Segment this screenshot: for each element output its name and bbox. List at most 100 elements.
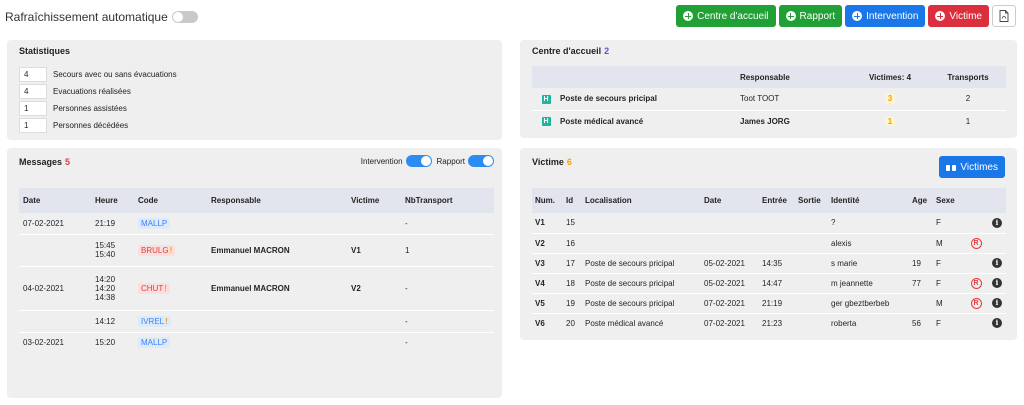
info-icon[interactable]: i: [992, 258, 1002, 268]
col-victimes: Victimes: 4: [868, 72, 912, 82]
message-row[interactable]: 03-02-2021 15:20 MALLP -: [19, 331, 494, 352]
message-nbtransport: -: [405, 309, 494, 332]
info-icon[interactable]: i: [992, 217, 1002, 228]
warning-icon: !: [164, 283, 167, 293]
rapport-switch-label: Rapport: [436, 156, 465, 166]
stat-row: 1 Personnes décédées: [19, 118, 128, 133]
info-icon[interactable]: i: [992, 278, 1002, 288]
victime-panel: Victime 6 Victimes Num. Id Localisation D…: [520, 148, 1017, 340]
messages-title: Messages 5: [19, 157, 70, 167]
centre-count-badge: 2: [604, 46, 610, 56]
victime-sexe: M: [936, 232, 964, 253]
victime-sexe: M: [936, 292, 964, 313]
binoculars-icon: [946, 163, 957, 171]
victime-row[interactable]: V4 18 Poste de secours pricipal 05-02-20…: [532, 272, 1006, 293]
victime-title: Victime 6: [532, 157, 572, 167]
info-icon[interactable]: i: [992, 298, 1002, 308]
message-heure: 15:40: [95, 250, 116, 259]
victime-table: Num. Id Localisation Date Entrée Sortie …: [532, 188, 1006, 333]
victime-age: [912, 213, 936, 233]
stat-row: 4 Secours avec ou sans évacuations: [19, 67, 177, 82]
registered-icon[interactable]: R: [970, 277, 982, 289]
message-code-text: BRULG: [141, 245, 169, 255]
top-toolbar: Centre d'accueil Rapport Intervention Vi…: [676, 5, 1016, 27]
message-date: 04-02-2021: [19, 265, 95, 310]
message-date: 03-02-2021: [19, 331, 95, 352]
message-heure: 15:20: [95, 331, 138, 352]
col-entree: Entrée: [762, 196, 787, 205]
registered-icon[interactable]: R: [970, 297, 982, 309]
registered-icon[interactable]: R: [970, 237, 982, 249]
message-code-badge: IVREL!: [138, 315, 171, 327]
message-heure: 14:38: [95, 292, 116, 302]
victime-num: V6: [532, 312, 566, 333]
messages-header-row: Date Heure Code Responsable Victime NbTr…: [19, 188, 494, 213]
message-code-text: IVREL: [141, 316, 165, 326]
centre-title-text: Centre d'accueil: [532, 46, 602, 56]
victime-row[interactable]: V2 16 alexis M R: [532, 232, 1006, 253]
message-victime: [351, 213, 405, 234]
add-rapport-button[interactable]: Rapport: [778, 5, 843, 27]
messages-title-text: Messages: [19, 157, 63, 167]
message-row[interactable]: 14:12 IVREL! -: [19, 309, 494, 332]
victime-entree: 14:35: [762, 252, 798, 273]
col-heure: Heure: [95, 196, 118, 205]
message-row[interactable]: 04-02-2021 14:20 14:20 14:38 CHUT! Emmanue…: [19, 265, 494, 310]
message-heure: 15:45: [95, 241, 116, 250]
victime-row[interactable]: V5 19 Poste de secours pricipal 07-02-20…: [532, 292, 1006, 313]
message-nbtransport: -: [405, 218, 408, 228]
centre-victimes-count: 3: [884, 94, 896, 104]
victime-num: V5: [532, 292, 566, 313]
col-identite: Identité: [831, 196, 860, 205]
victime-num: V3: [532, 252, 566, 273]
intervention-switch-label: Intervention: [360, 156, 403, 166]
rapport-switch[interactable]: [468, 155, 494, 167]
victime-row[interactable]: V3 17 Poste de secours pricipal 05-02-20…: [532, 252, 1006, 273]
col-nbtransport: NbTransport: [405, 196, 453, 205]
col-responsable: Responsable: [740, 72, 790, 82]
centre-row[interactable]: H Poste de secours pricipal Toot TOOT 3 …: [532, 88, 1006, 110]
plus-circle-icon: [683, 11, 694, 21]
message-row[interactable]: 15:45 15:40 BRULG! Emmanuel MACRON V1 1: [19, 233, 494, 266]
victime-num: V4: [532, 272, 566, 293]
statistics-panel: Statistiques 4 Secours avec ou sans évac…: [7, 40, 502, 140]
auto-refresh-label: Rafraîchissement automatique: [5, 10, 168, 24]
message-date: 07-02-2021: [23, 218, 64, 228]
message-code-text: CHUT: [141, 283, 164, 293]
messages-filters: Intervention Rapport: [361, 155, 494, 167]
add-centre-button[interactable]: Centre d'accueil: [676, 5, 776, 27]
message-responsable: [211, 213, 351, 234]
victime-entree: 21:23: [762, 312, 798, 333]
auto-refresh-toggle[interactable]: [171, 11, 198, 23]
message-row[interactable]: 07-02-2021 21:19 MALLP -: [19, 213, 494, 234]
victime-row[interactable]: V1 15 ? F i: [532, 213, 1006, 233]
victime-entree: [762, 213, 798, 233]
victime-id: 15: [566, 218, 575, 228]
auto-refresh: Rafraîchissement automatique: [5, 10, 198, 24]
victimes-button-label: Victimes: [960, 161, 998, 173]
info-icon[interactable]: i: [992, 318, 1002, 329]
message-heure: 21:19: [95, 218, 116, 228]
victime-id: 16: [566, 232, 585, 253]
stat-value: 1: [19, 101, 47, 116]
col-sexe: Sexe: [936, 196, 955, 205]
centre-responsable: Toot TOOT: [740, 94, 780, 104]
intervention-switch[interactable]: [405, 155, 432, 167]
add-intervention-button[interactable]: Intervention: [845, 5, 926, 27]
pdf-export-button[interactable]: [992, 5, 1016, 27]
statistics-title: Statistiques: [19, 46, 71, 56]
victime-title-text: Victime: [532, 157, 564, 167]
hospital-icon: H: [541, 117, 551, 127]
centre-transports: 1: [930, 109, 1006, 132]
victime-date: 05-02-2021: [704, 252, 762, 273]
victime-identite: ger gbeztberbeb: [831, 292, 912, 313]
centre-transports: 2: [965, 94, 971, 104]
victime-row[interactable]: V6 20 Poste médical avancé 07-02-2021 21…: [532, 312, 1006, 333]
centre-row[interactable]: H Poste médical avancé James JORG 1 1: [532, 109, 1006, 132]
victimes-button[interactable]: Victimes: [939, 156, 1005, 178]
victime-age: 19: [912, 252, 936, 273]
victime-id: 20: [566, 312, 585, 333]
add-victime-button[interactable]: Victime: [928, 5, 989, 27]
warning-icon: !: [165, 316, 168, 326]
col-date: Date: [23, 196, 41, 205]
